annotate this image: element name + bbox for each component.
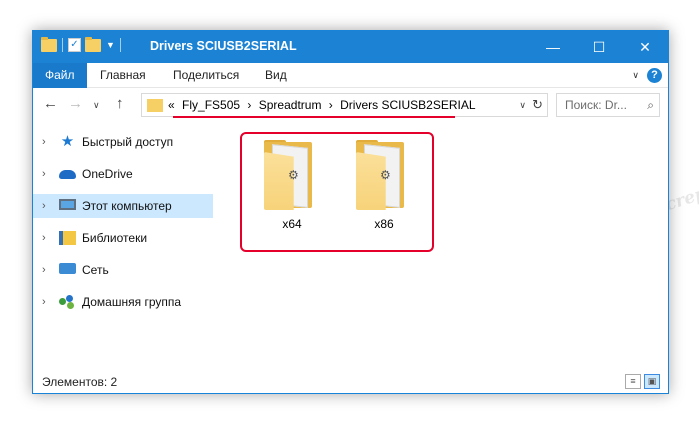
folder-item-x64[interactable]: ⚙ x64 (256, 140, 328, 240)
close-button[interactable]: ✕ (622, 31, 668, 63)
chevron-down-icon[interactable]: ∨ (519, 100, 526, 111)
folder-item-x86[interactable]: ⚙ x86 (348, 140, 420, 240)
large-icons-view-icon[interactable]: ▣ (644, 374, 660, 389)
sidebar-item-network[interactable]: › Сеть (33, 258, 213, 282)
sidebar-item-label: Библиотеки (82, 231, 148, 245)
explorer-window: ✓ ▼ Drivers SCIUSB2SERIAL — ☐ ✕ Файл Гла… (32, 30, 669, 394)
chevron-right-icon[interactable]: › (42, 194, 46, 218)
navigation-bar: ← → ∨ ↑ « Fly_FS505 › Spreadtrum › Drive… (33, 88, 668, 122)
help-button[interactable]: ? (647, 68, 662, 83)
breadcrumb-separator[interactable]: › (247, 98, 251, 112)
star-icon: ★ (60, 133, 75, 150)
navigation-pane: › ★ Быстрый доступ › OneDrive › Этот ком… (33, 130, 213, 350)
minimize-button[interactable]: — (530, 31, 576, 63)
window-title: Drivers SCIUSB2SERIAL (150, 39, 297, 53)
expand-ribbon-icon[interactable]: ∨ (632, 70, 639, 81)
tab-share[interactable]: Поделиться (163, 63, 249, 88)
breadcrumb: « Fly_FS505 › Spreadtrum › Drivers SCIUS… (168, 98, 480, 112)
search-input[interactable]: Поиск: Dr... ⌕ (556, 93, 660, 117)
address-bar[interactable]: « Fly_FS505 › Spreadtrum › Drivers SCIUS… (141, 93, 548, 117)
sidebar-item-label: Быстрый доступ (82, 135, 174, 149)
maximize-button[interactable]: ☐ (576, 31, 622, 63)
sidebar-item-this-pc[interactable]: › Этот компьютер (33, 194, 213, 218)
tab-file[interactable]: Файл (33, 63, 87, 88)
folder-name: x86 (374, 217, 394, 231)
title-bar: ✓ ▼ Drivers SCIUSB2SERIAL — ☐ ✕ (33, 31, 668, 63)
sidebar-item-label: Этот компьютер (82, 199, 172, 213)
back-arrow-icon[interactable]: ← (43, 95, 58, 112)
breadcrumb-item[interactable]: Drivers SCIUSB2SERIAL (340, 98, 475, 112)
ribbon-tabs: Файл Главная Поделиться Вид ∨ ? (33, 63, 668, 88)
up-arrow-icon[interactable]: ↑ (116, 95, 124, 112)
sidebar-item-label: OneDrive (82, 167, 133, 181)
sidebar-item-quick-access[interactable]: › ★ Быстрый доступ (33, 130, 213, 154)
folder-icon: ⚙ (356, 140, 410, 212)
item-count: Элементов: 2 (42, 375, 118, 389)
sidebar-item-label: Домашняя группа (82, 295, 182, 309)
view-toggle: ≡ ▣ (625, 374, 660, 389)
ribbon-right: ∨ ? (632, 68, 662, 83)
folder-icon: ⚙ (264, 140, 318, 212)
new-folder-icon[interactable] (85, 36, 101, 52)
chevron-right-icon[interactable]: › (42, 162, 46, 186)
network-icon (59, 263, 76, 274)
breadcrumb-item[interactable]: Fly_FS505 (182, 98, 240, 112)
forward-arrow-icon[interactable]: → (68, 95, 83, 112)
sidebar-item-homegroup[interactable]: › Домашняя группа (33, 290, 213, 314)
quick-access-toolbar: ✓ ▼ (41, 36, 122, 52)
sidebar-item-onedrive[interactable]: › OneDrive (33, 162, 213, 186)
breadcrumb-overflow[interactable]: « (168, 98, 175, 112)
divider (119, 38, 121, 52)
chevron-right-icon[interactable]: › (42, 130, 46, 154)
library-icon (59, 231, 76, 245)
chevron-down-icon[interactable]: ▼ (106, 40, 115, 50)
tab-home[interactable]: Главная (90, 63, 156, 88)
divider (62, 38, 63, 52)
chevron-right-icon[interactable]: › (42, 226, 46, 250)
breadcrumb-separator[interactable]: › (329, 98, 333, 112)
search-icon: ⌕ (647, 98, 654, 112)
computer-icon (59, 199, 76, 210)
sidebar-item-label: Сеть (82, 263, 109, 277)
file-list: ⚙ x64 ⚙ x86 (223, 127, 663, 357)
breadcrumb-item[interactable]: Spreadtrum (259, 98, 322, 112)
annotation-underline (173, 116, 455, 118)
refresh-icon[interactable]: ↻ (532, 97, 543, 113)
recent-dropdown-icon[interactable]: ∨ (93, 100, 100, 111)
folder-icon (41, 36, 57, 52)
sidebar-item-libraries[interactable]: › Библиотеки (33, 226, 213, 250)
details-view-icon[interactable]: ≡ (625, 374, 641, 389)
properties-icon[interactable]: ✓ (68, 38, 81, 52)
folder-icon (147, 99, 163, 112)
search-placeholder: Поиск: Dr... (565, 98, 627, 112)
chevron-right-icon[interactable]: › (42, 290, 46, 314)
chevron-right-icon[interactable]: › (42, 258, 46, 282)
window-controls: — ☐ ✕ (530, 31, 668, 63)
status-bar: Элементов: 2 ≡ ▣ (33, 371, 668, 393)
homegroup-icon (59, 295, 76, 309)
tab-view[interactable]: Вид (255, 63, 297, 88)
cloud-icon (59, 170, 76, 179)
folder-name: x64 (282, 217, 302, 231)
